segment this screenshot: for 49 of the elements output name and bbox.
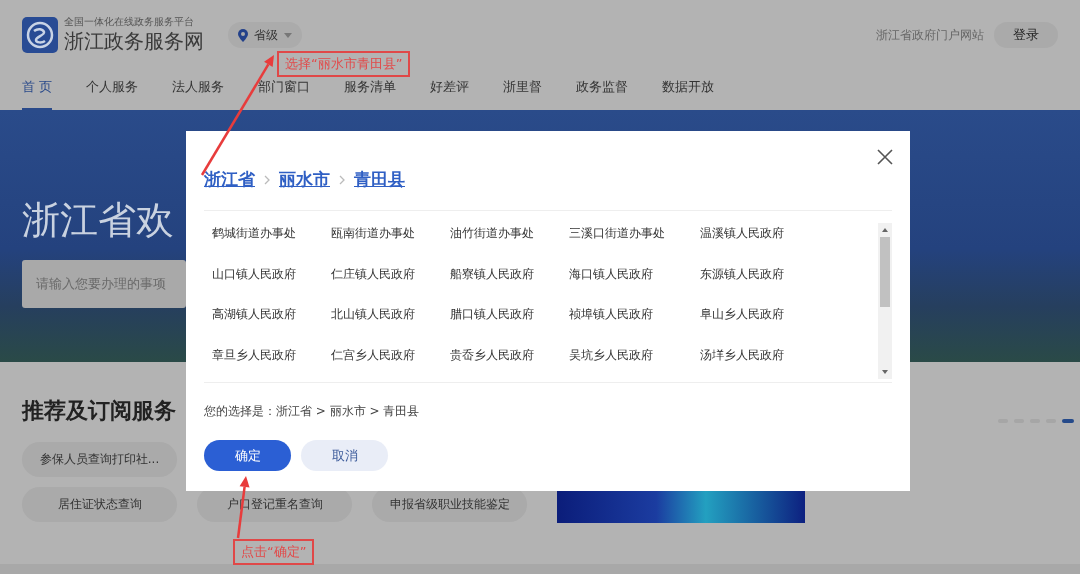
location-pin-icon bbox=[238, 28, 248, 42]
breadcrumb-link[interactable]: 丽水市 bbox=[279, 168, 330, 191]
nav-tab[interactable]: 法人服务 bbox=[172, 70, 225, 110]
annotation-label: 选择“丽水市青田县” bbox=[277, 51, 411, 77]
caret-down-icon bbox=[284, 32, 292, 38]
login-button[interactable]: 登录 bbox=[994, 22, 1058, 48]
nav-tab[interactable]: 个人服务 bbox=[86, 70, 139, 110]
region-option[interactable]: 祯埠镇人民政府 bbox=[569, 304, 653, 324]
region-option[interactable]: 汤垟乡人民政府 bbox=[700, 344, 784, 365]
selection-summary: 您的选择是：浙江省 > 丽水市 > 青田县 bbox=[204, 403, 421, 420]
region-option[interactable]: 鹤城街道办事处 bbox=[212, 223, 296, 243]
chevron-right-icon bbox=[263, 174, 271, 185]
site-title: 浙江政务服务网 bbox=[64, 28, 204, 54]
region-option[interactable]: 油竹街道办事处 bbox=[450, 223, 534, 243]
service-link[interactable]: 参保人员查询打印社... bbox=[22, 442, 177, 477]
region-option[interactable]: 仁宫乡人民政府 bbox=[331, 344, 415, 365]
hero-title: 浙江省欢 bbox=[22, 197, 175, 244]
scrollbar[interactable] bbox=[878, 223, 892, 379]
nav-tab[interactable]: 浙里督 bbox=[503, 70, 543, 110]
region-option[interactable]: 仁庄镇人民政府 bbox=[331, 263, 415, 284]
logo-icon bbox=[22, 17, 58, 53]
region-option[interactable]: 船寮镇人民政府 bbox=[450, 263, 534, 284]
confirm-button[interactable]: 确定 bbox=[204, 440, 291, 471]
platform-subtitle: 全国一体化在线政务服务平台 bbox=[64, 16, 195, 28]
nav-tab[interactable]: 数据开放 bbox=[662, 70, 715, 110]
region-option[interactable]: 吴坑乡人民政府 bbox=[569, 344, 653, 365]
nav-tab[interactable]: 好差评 bbox=[430, 70, 470, 110]
region-option[interactable]: 章旦乡人民政府 bbox=[212, 344, 296, 365]
region-option[interactable]: 三溪口街道办事处 bbox=[569, 223, 665, 243]
nav-tab[interactable]: 政务监督 bbox=[576, 70, 629, 110]
location-selector[interactable]: 省级 bbox=[228, 22, 302, 48]
region-option[interactable]: 温溪镇人民政府 bbox=[700, 223, 784, 243]
region-option[interactable]: 海口镇人民政府 bbox=[569, 263, 653, 284]
region-option[interactable]: 高湖镇人民政府 bbox=[212, 304, 296, 324]
region-option[interactable]: 腊口镇人民政府 bbox=[450, 304, 534, 324]
region-option[interactable]: 贵岙乡人民政府 bbox=[450, 344, 534, 365]
chevron-right-icon bbox=[338, 174, 346, 185]
region-option[interactable]: 东源镇人民政府 bbox=[700, 263, 784, 284]
region-option[interactable]: 瓯南街道办事处 bbox=[331, 223, 415, 243]
region-option[interactable]: 山口镇人民政府 bbox=[212, 263, 296, 284]
service-link[interactable]: 居住证状态查询 bbox=[22, 487, 177, 522]
region-option[interactable]: 北山镇人民政府 bbox=[331, 304, 415, 324]
breadcrumb-link[interactable]: 浙江省 bbox=[204, 168, 255, 191]
breadcrumb-link[interactable]: 青田县 bbox=[354, 168, 405, 191]
section-title: 推荐及订阅服务 bbox=[22, 397, 177, 425]
cancel-button[interactable]: 取消 bbox=[301, 440, 388, 471]
region-option[interactable]: 阜山乡人民政府 bbox=[700, 304, 784, 324]
close-icon[interactable] bbox=[876, 148, 894, 166]
annotation-label: 点击“确定” bbox=[233, 539, 315, 565]
